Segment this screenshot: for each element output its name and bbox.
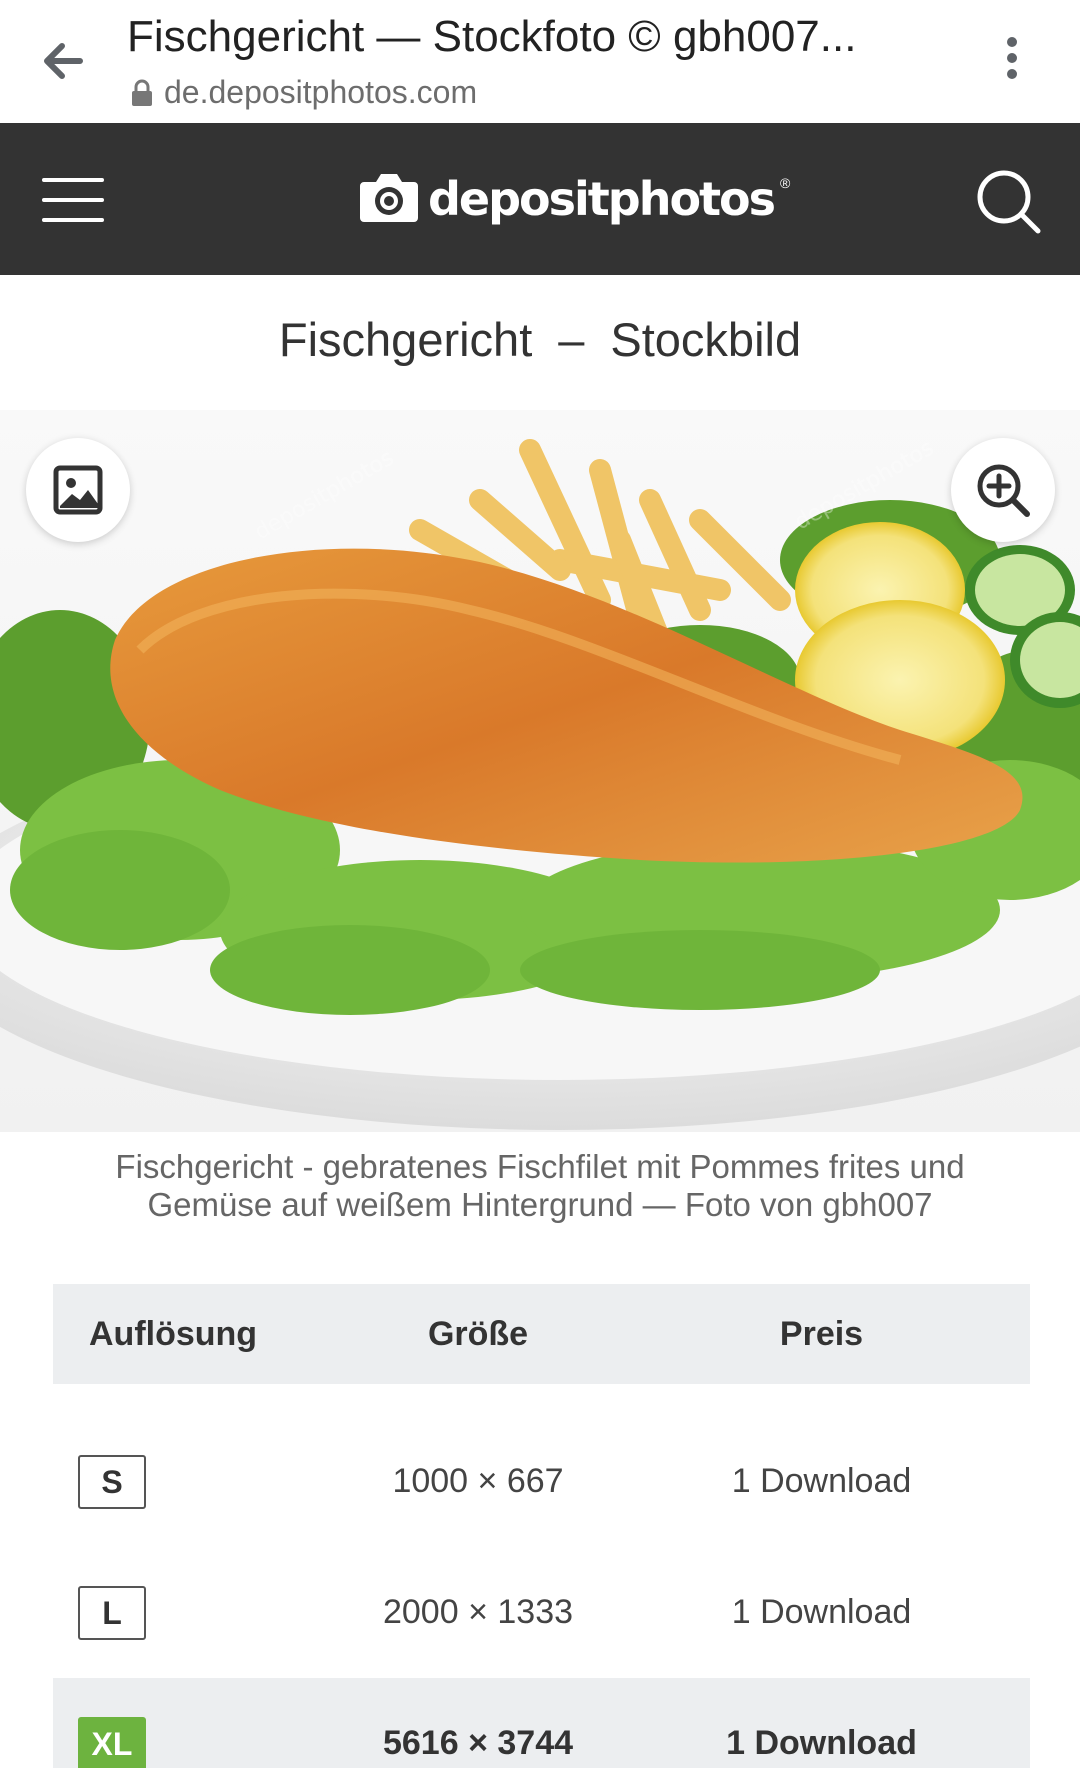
browser-toolbar: Fischgericht — Stockfoto © gbh007... de.…: [0, 0, 1080, 123]
camera-logo-icon: [356, 164, 422, 235]
size-badge-l: L: [78, 1585, 146, 1640]
lock-icon: [130, 79, 154, 107]
price-value: 1 Download: [726, 1724, 917, 1762]
image-caption: Fischgericht - gebratenes Fischfilet mit…: [115, 1148, 965, 1223]
size-badge-xl: XL: [78, 1716, 146, 1768]
registered-mark: ®: [780, 175, 791, 191]
header-resolution: Auflösung: [89, 1314, 258, 1353]
title-separator: –: [558, 313, 585, 366]
fish-dish-photo: depositphotos depositphotos: [0, 436, 1080, 1130]
table-row-l[interactable]: L 2000 × 1333 1 Download: [53, 1547, 1030, 1678]
zoom-in-icon[interactable]: [951, 438, 1055, 542]
logo-text: depositphotos: [428, 172, 776, 226]
size-value: 1000 × 667: [392, 1462, 564, 1500]
stock-photo[interactable]: depositphotos depositphotos: [0, 410, 1080, 1132]
size-value: 5616 × 3744: [382, 1724, 574, 1762]
price-value: 1 Download: [731, 1593, 912, 1631]
url-bar[interactable]: de.depositphotos.com: [130, 74, 477, 111]
title-type: Stockbild: [610, 313, 802, 366]
page-title: Fischgericht – Stockbild: [0, 312, 1080, 367]
header-price: Preis: [779, 1314, 864, 1353]
url-text: de.depositphotos.com: [164, 74, 478, 110]
license-price-table: Auflösung Größe Preis S 1000 × 667 1 Dow…: [53, 1284, 1030, 1768]
size-badge-s: S: [78, 1454, 146, 1509]
table-header: Auflösung Größe Preis: [53, 1284, 1030, 1384]
price-value: 1 Download: [731, 1462, 912, 1500]
title-main: Fischgericht: [278, 313, 533, 366]
table-row-s[interactable]: S 1000 × 667 1 Download: [53, 1416, 1030, 1547]
browser-tab-title: Fischgericht — Stockfoto © gbh007...: [127, 12, 857, 61]
search-icon[interactable]: [974, 167, 1044, 237]
site-header: depositphotos ®: [0, 123, 1080, 275]
image-icon[interactable]: [26, 438, 130, 542]
depositphotos-logo[interactable]: depositphotos ®: [356, 163, 790, 235]
header-size: Größe: [427, 1314, 529, 1353]
hamburger-menu-icon[interactable]: [42, 178, 104, 222]
size-value: 2000 × 1333: [382, 1593, 574, 1631]
svg-text:depositphotos: depositphotos: [251, 446, 399, 546]
more-options-icon[interactable]: [994, 32, 1030, 88]
table-row-xl[interactable]: XL 5616 × 3744 1 Download: [53, 1678, 1030, 1768]
back-arrow-icon[interactable]: [36, 36, 92, 86]
